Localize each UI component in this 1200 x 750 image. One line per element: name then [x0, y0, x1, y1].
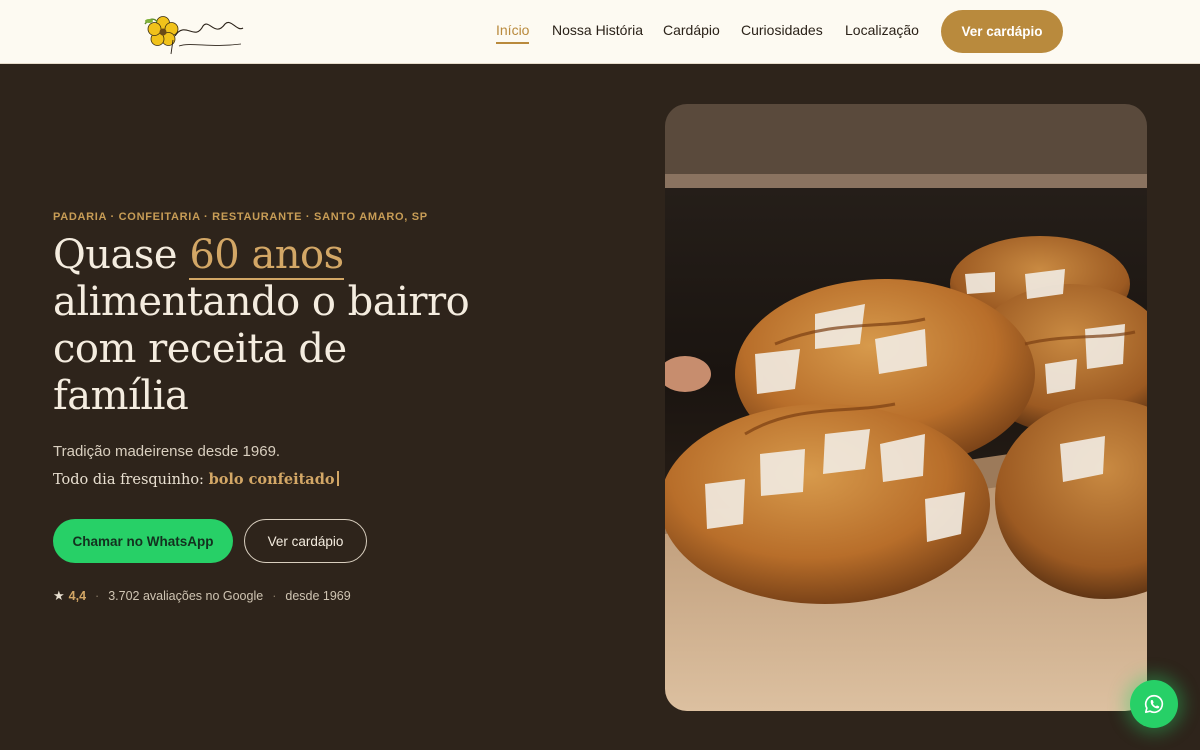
bread-loaves-photo	[665, 104, 1147, 711]
nav-item-cardapio[interactable]: Cardápio	[663, 22, 720, 38]
rating-row: ★ 4,4 · 3.702 avaliações no Google · des…	[53, 588, 351, 604]
hero-eyebrow: PADARIA · CONFEITARIA · RESTAURANTE · SA…	[53, 211, 428, 223]
separator-dot: ·	[272, 589, 277, 603]
headline-end: alimentando o bairro com receita de famí…	[53, 279, 470, 419]
reviews-count: 3.702 avaliações no Google	[108, 589, 264, 603]
separator-dot: ·	[95, 589, 100, 603]
nav-item-inicio[interactable]: Início	[496, 22, 530, 44]
header-menu-button[interactable]: Ver cardápio	[941, 10, 1063, 53]
rating-value: 4,4	[68, 589, 87, 603]
headline-start: Quase	[53, 232, 190, 278]
daily-prefix: Todo dia fresquinho:	[53, 472, 209, 488]
typing-caret	[336, 471, 339, 486]
floating-whatsapp-button[interactable]	[1130, 680, 1178, 728]
daily-item: bolo confeitado	[208, 471, 335, 488]
brand-logo[interactable]	[141, 10, 245, 56]
whatsapp-icon	[1144, 694, 1164, 714]
star-icon: ★	[53, 588, 65, 603]
nav-item-localizacao[interactable]: Localização	[845, 22, 919, 38]
site-header: Início Nossa História Cardápio Curiosida…	[0, 0, 1200, 64]
since-year: desde 1969	[285, 589, 351, 603]
nav-item-nossa-historia[interactable]: Nossa História	[552, 22, 643, 38]
view-menu-button[interactable]: Ver cardápio	[244, 519, 367, 563]
whatsapp-button[interactable]: Chamar no WhatsApp	[53, 519, 233, 563]
hero-daily-special: Todo dia fresquinho: bolo confeitado	[53, 471, 339, 488]
hero-subtitle: Tradição madeirense desde 1969.	[53, 443, 281, 460]
nav-item-curiosidades[interactable]: Curiosidades	[741, 22, 823, 38]
hero-headline: Quase 60 anos alimentando o bairro com r…	[53, 232, 493, 420]
headline-accent: 60 anos	[189, 232, 344, 280]
